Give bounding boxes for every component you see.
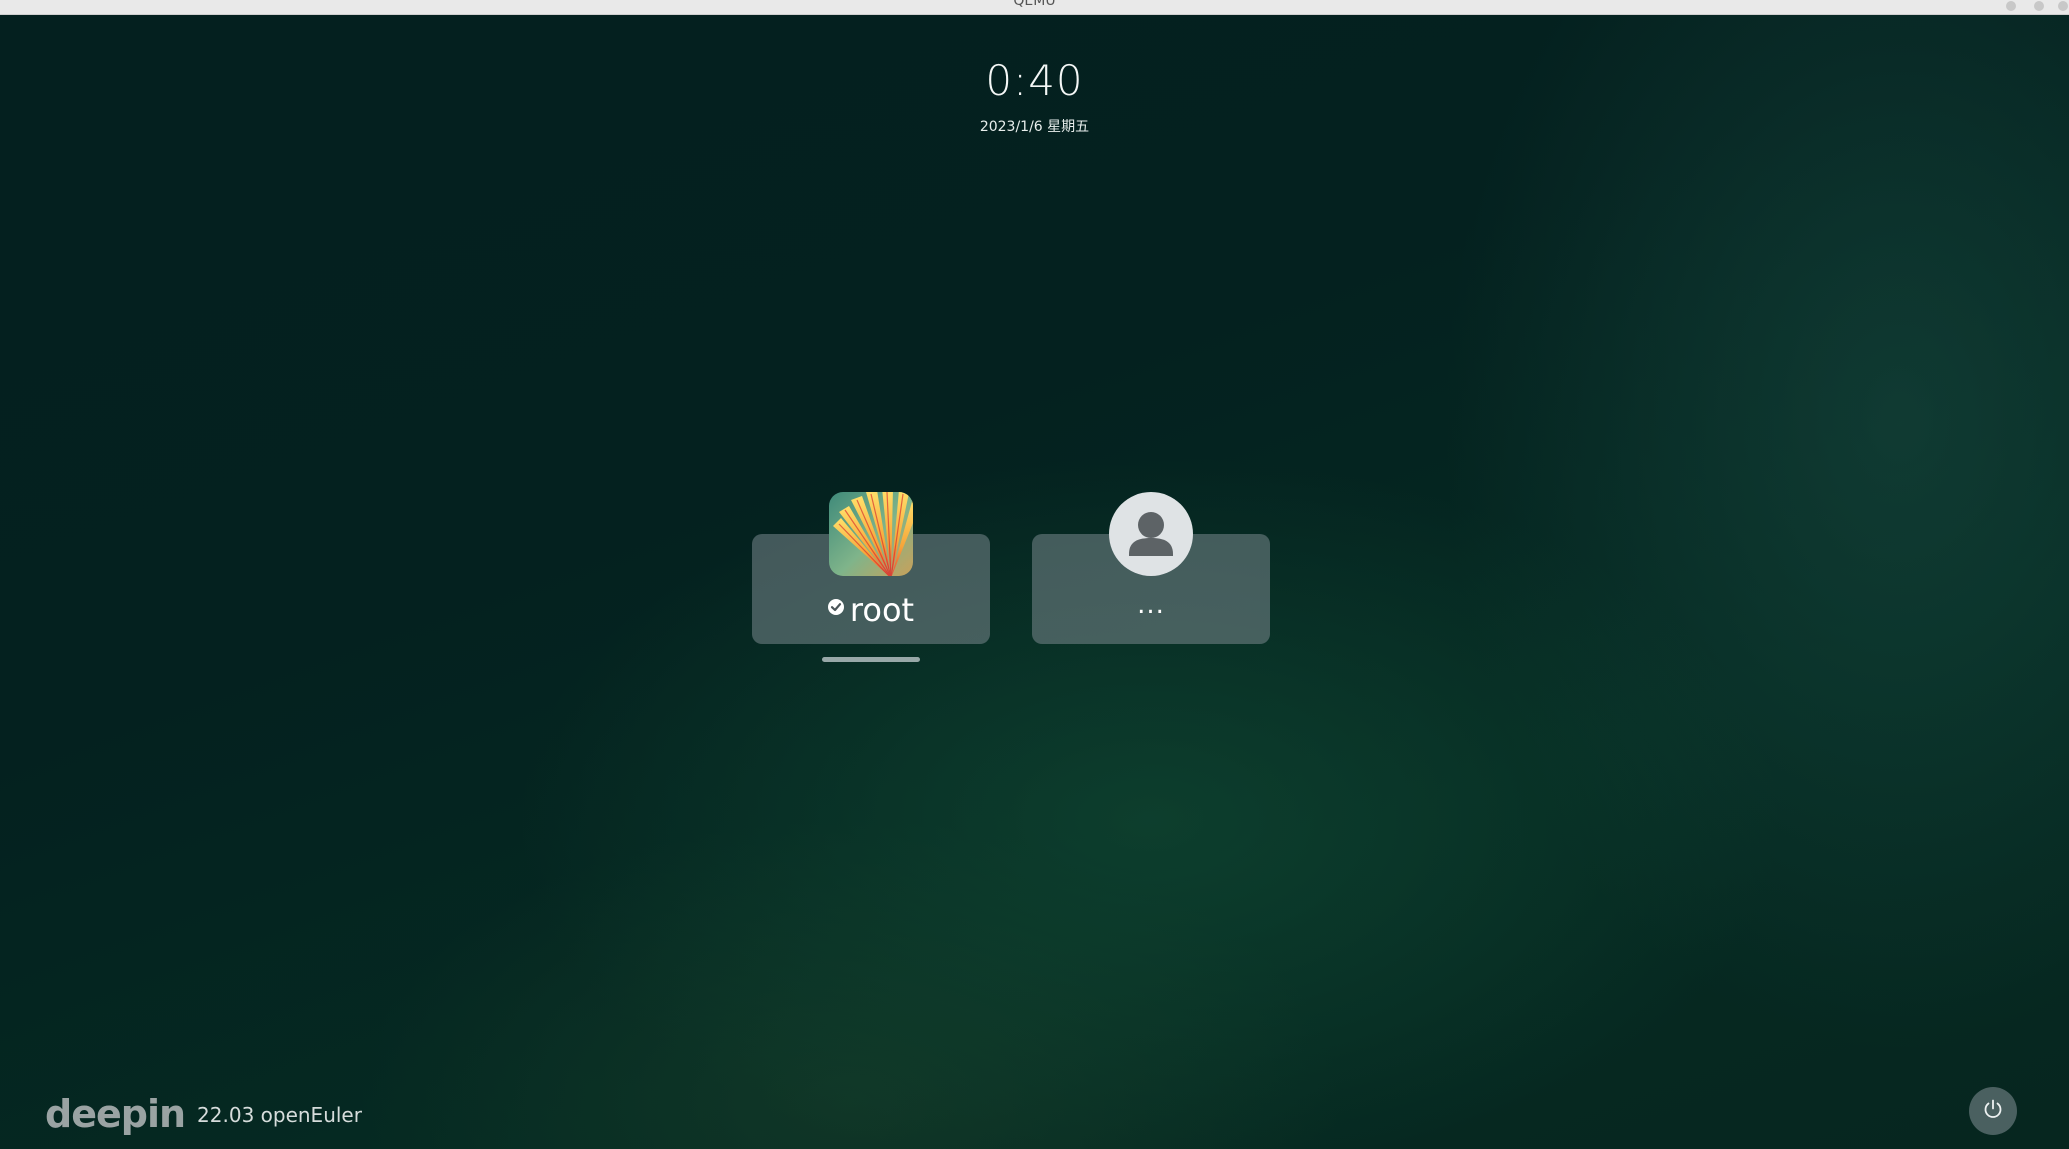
clock-time: 0:40: [985, 56, 1084, 105]
power-icon: [1982, 1098, 2004, 1124]
window-titlebar: QEMU: [0, 0, 2069, 15]
user-name-row: root: [752, 592, 990, 628]
flower-avatar-icon[interactable]: [829, 492, 913, 576]
deepin-logo: deepin: [45, 1092, 186, 1136]
check-icon: [827, 599, 844, 615]
os-version: 22.03 openEuler: [197, 1103, 362, 1127]
branding: deepin 22.03 openEuler: [45, 1094, 362, 1134]
power-button[interactable]: [1969, 1087, 2017, 1135]
maximize-icon[interactable]: [2034, 1, 2044, 11]
user-name-root: root: [849, 591, 915, 629]
selected-user-indicator: [822, 657, 920, 662]
user-name-other: ...: [1137, 590, 1165, 620]
close-icon[interactable]: [2058, 1, 2068, 11]
user-silhouette-icon[interactable]: [1109, 492, 1193, 576]
window-title: QEMU: [1013, 0, 1056, 9]
minimize-icon[interactable]: [2006, 1, 2016, 11]
clock-date: 2023/1/6 星期五: [979, 119, 1090, 135]
